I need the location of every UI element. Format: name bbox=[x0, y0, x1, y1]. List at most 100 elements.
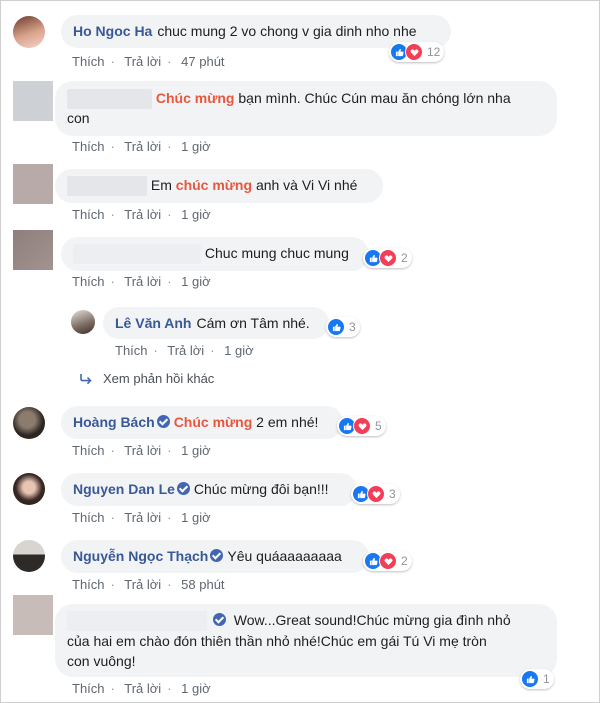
comment-actions: Thích · Trả lời · 58 phút bbox=[72, 577, 231, 592]
blurred-name bbox=[73, 244, 201, 265]
like-link[interactable]: Thích bbox=[72, 139, 105, 154]
reply-link[interactable]: Trả lời bbox=[124, 577, 161, 592]
comment-author[interactable]: Nguyễn Ngọc Thạch bbox=[73, 548, 208, 564]
love-icon bbox=[405, 43, 423, 61]
separator: · bbox=[110, 577, 115, 592]
comment-author[interactable]: Nguyen Dan Le bbox=[73, 481, 175, 497]
love-icon bbox=[379, 249, 397, 267]
avatar[interactable] bbox=[13, 81, 53, 121]
reply-link[interactable]: Trả lời bbox=[124, 54, 161, 69]
comment-actions: Thích · Trả lời · 1 giờ bbox=[72, 139, 217, 154]
reaction-count: 2 bbox=[401, 251, 408, 265]
comment-actions: Thích · Trả lời · 1 giờ bbox=[72, 443, 217, 458]
highlight-text: chúc mừng bbox=[175, 177, 253, 193]
comment-time[interactable]: 1 giờ bbox=[181, 139, 211, 154]
separator: · bbox=[167, 443, 172, 458]
comment-actions: Thích · Trả lời · 1 giờ bbox=[72, 207, 217, 222]
comment-text-line2: của hai em chào đón thiên thần nhỏ nhé!C… bbox=[67, 633, 487, 650]
love-icon bbox=[353, 417, 371, 435]
comment-time[interactable]: 1 giờ bbox=[181, 207, 211, 222]
comment-actions: Thích · Trả lời · 47 phút bbox=[72, 54, 231, 69]
avatar[interactable] bbox=[13, 164, 53, 204]
comment-bubble: Hoàng Bách Chúc mừng 2 em nhé! bbox=[61, 406, 343, 439]
reaction-count: 12 bbox=[427, 45, 441, 59]
like-link[interactable]: Thích bbox=[72, 443, 105, 458]
comment-author[interactable]: Ho Ngoc Ha bbox=[73, 23, 152, 39]
comment-text: Wow...Great sound!Chúc mừng gia đình nhỏ bbox=[233, 612, 511, 628]
comment-actions: Thích · Trả lời · 1 giờ bbox=[72, 510, 217, 525]
like-icon bbox=[327, 318, 345, 336]
separator: · bbox=[110, 139, 115, 154]
comment-time[interactable]: 1 giờ bbox=[181, 681, 211, 696]
comment-time[interactable]: 58 phút bbox=[181, 577, 224, 592]
comment-time[interactable]: 1 giờ bbox=[181, 510, 211, 525]
reaction-count: 5 bbox=[375, 419, 382, 433]
comment-bubble: Nguyen Dan Le Chúc mừng đôi bạn!!! bbox=[61, 473, 357, 506]
reaction-summary[interactable]: 2 bbox=[363, 551, 412, 571]
avatar[interactable] bbox=[13, 230, 53, 270]
like-link[interactable]: Thích bbox=[115, 343, 148, 358]
separator: · bbox=[167, 577, 172, 592]
blurred-name bbox=[67, 176, 147, 197]
reply-link[interactable]: Trả lời bbox=[124, 681, 161, 696]
like-link[interactable]: Thích bbox=[72, 207, 105, 222]
comment-time[interactable]: 1 giờ bbox=[181, 443, 211, 458]
reply-link[interactable]: Trả lời bbox=[124, 443, 161, 458]
comment-author[interactable]: Hoàng Bách bbox=[73, 414, 155, 430]
reply-link[interactable]: Trả lời bbox=[124, 207, 161, 222]
comment-bubble: Nguyễn Ngọc Thạch Yêu quáaaaaaaaa bbox=[61, 540, 369, 573]
reply-link[interactable]: Trả lời bbox=[124, 274, 161, 289]
avatar[interactable] bbox=[71, 310, 95, 334]
blurred-name bbox=[67, 89, 152, 110]
like-link[interactable]: Thích bbox=[72, 54, 105, 69]
reply-link[interactable]: Trả lời bbox=[124, 139, 161, 154]
comment-bubble: Wow...Great sound!Chúc mừng gia đình nhỏ… bbox=[55, 604, 557, 677]
reaction-summary[interactable]: 2 bbox=[363, 248, 412, 268]
reply-link[interactable]: Trả lời bbox=[124, 510, 161, 525]
reply-link[interactable]: Trả lời bbox=[167, 343, 204, 358]
love-icon bbox=[379, 552, 397, 570]
separator: · bbox=[110, 510, 115, 525]
highlight-text: Chúc mừng bbox=[155, 90, 235, 106]
comment-text: Chúc mừng đôi bạn!!! bbox=[193, 481, 329, 497]
comment-time[interactable]: 1 giờ bbox=[224, 343, 254, 358]
comment-time[interactable]: 47 phút bbox=[181, 54, 224, 69]
avatar[interactable] bbox=[13, 540, 45, 572]
reaction-summary[interactable]: 3 bbox=[326, 317, 360, 337]
reaction-summary[interactable]: 5 bbox=[337, 416, 386, 436]
reaction-summary[interactable]: 3 bbox=[351, 484, 400, 504]
blurred-name bbox=[67, 611, 207, 632]
verified-icon bbox=[212, 613, 226, 626]
reaction-summary[interactable]: 1 bbox=[520, 669, 554, 689]
comment-bubble: Em chúc mừng anh và Vi Vi nhé bbox=[55, 169, 383, 203]
more-replies-link[interactable]: Xem phản hồi khác bbox=[79, 371, 214, 386]
comment-text: Chuc mung chuc mung bbox=[204, 245, 349, 261]
avatar[interactable] bbox=[13, 473, 45, 505]
like-link[interactable]: Thích bbox=[72, 577, 105, 592]
separator: · bbox=[110, 54, 115, 69]
verified-icon bbox=[210, 549, 224, 562]
separator: · bbox=[167, 207, 172, 222]
comment-author[interactable]: Lê Văn Anh bbox=[115, 315, 192, 331]
separator: · bbox=[110, 443, 115, 458]
like-link[interactable]: Thích bbox=[72, 274, 105, 289]
like-link[interactable]: Thích bbox=[72, 510, 105, 525]
avatar[interactable] bbox=[13, 407, 45, 439]
love-icon bbox=[367, 485, 385, 503]
reaction-count: 3 bbox=[349, 320, 356, 334]
comment-time[interactable]: 1 giờ bbox=[181, 274, 211, 289]
like-link[interactable]: Thích bbox=[72, 681, 105, 696]
comment-text-line3: con vuông! bbox=[67, 653, 136, 670]
comment-text: anh và Vi Vi nhé bbox=[255, 177, 358, 193]
separator: · bbox=[110, 274, 115, 289]
separator: · bbox=[167, 139, 172, 154]
avatar[interactable] bbox=[13, 16, 45, 48]
separator: · bbox=[110, 681, 115, 696]
separator: · bbox=[167, 54, 172, 69]
avatar[interactable] bbox=[13, 595, 53, 635]
more-replies-label: Xem phản hồi khác bbox=[103, 371, 215, 386]
comment-text: chuc mung 2 vo chong v gia dinh nho nhe bbox=[157, 23, 417, 39]
like-icon bbox=[521, 670, 539, 688]
separator: · bbox=[210, 343, 215, 358]
reaction-summary[interactable]: 12 bbox=[389, 42, 445, 62]
